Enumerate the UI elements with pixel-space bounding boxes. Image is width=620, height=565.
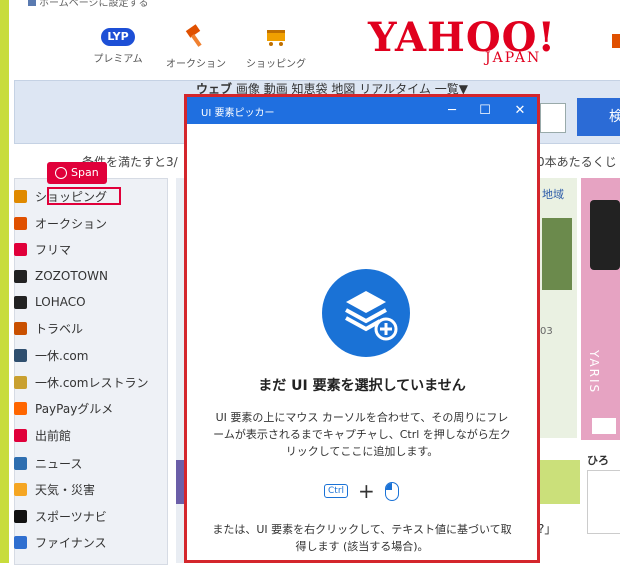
sidebar-item-label: オークション (35, 216, 108, 231)
ad-link-badge[interactable] (592, 418, 616, 434)
yahoo-logo-sub: JAPAN (485, 50, 542, 66)
dialog-titlebar[interactable]: UI 要素ピッカー ─ ☐ ✕ (187, 97, 537, 124)
sidebar-item-label: ニュース (35, 456, 83, 471)
car-ad-image (590, 200, 620, 270)
sidebar-item-label: トラベル (35, 321, 84, 336)
globe-icon (55, 167, 67, 179)
sidebar-item-label: ファイナンス (35, 535, 107, 550)
lyp-badge-icon: LYP (101, 28, 135, 46)
service-premium[interactable]: LYP プレミアム (88, 28, 148, 65)
news-icon (14, 456, 27, 470)
dialog-heading: まだ UI 要素を選択していません (258, 378, 466, 394)
home-icon (28, 0, 36, 6)
right-card[interactable] (587, 470, 620, 534)
region-date: 03 (540, 326, 553, 337)
service-auction[interactable]: オークション (160, 24, 232, 70)
sidebar-item-13[interactable]: ファイナンス (14, 532, 107, 552)
ui-element-picker-dialog: UI 要素ピッカー ─ ☐ ✕ まだ UI 要素を選択していません UI 要素の… (184, 94, 540, 563)
ctrl-key-icon: Ctrl (324, 484, 349, 498)
sidebar-item-5[interactable]: トラベル (14, 318, 83, 338)
layers-add-icon (322, 269, 410, 357)
span-tag: Span (47, 162, 107, 184)
sidebar-item-4[interactable]: LOHACO (14, 292, 86, 312)
sidebar-item-6[interactable]: 一休.com (14, 345, 88, 365)
suitcase-icon (14, 321, 27, 335)
edge-icon (612, 34, 620, 48)
minimize-button[interactable]: ─ (435, 97, 469, 124)
picker-highlight-frame (47, 187, 121, 205)
gavel-icon (14, 216, 27, 230)
lohaco-icon (14, 295, 27, 309)
sidebar-item-label: フリマ (35, 242, 72, 257)
right-quote: ?」 (538, 522, 557, 536)
dialog-instructions: UI 要素の上にマウス カーソルを合わせて、その周りにフレームが表示されるまでキ… (213, 411, 511, 458)
dialog-title: UI 要素ピッカー (201, 108, 275, 119)
homepage-link[interactable]: ホームページに設定する (28, 0, 149, 9)
region-tab[interactable]: 地域 (542, 186, 564, 202)
search-input[interactable] (540, 103, 566, 133)
region-panel (540, 178, 577, 438)
sidebar-item-2[interactable]: フリマ (14, 239, 71, 259)
plus-sign: + (358, 479, 375, 503)
sidebar-item-label: PayPayグルメ (35, 401, 114, 416)
sidebar-item-9[interactable]: 出前館 (14, 425, 71, 445)
sidebar-item-label: 天気・災害 (35, 482, 96, 497)
hiro-heading: ひろ (587, 454, 609, 467)
campaign-notice-right[interactable]: 0本あたるくじ (537, 153, 617, 170)
region-thumbnail[interactable] (542, 218, 572, 290)
sports-icon (14, 509, 27, 523)
cart-icon (267, 30, 285, 46)
demaekan-icon (14, 428, 27, 442)
sidebar-item-3[interactable]: ZOZOTOWN (14, 266, 108, 286)
sidebar-item-12[interactable]: スポーツナビ (14, 506, 107, 526)
maximize-button[interactable]: ☐ (468, 97, 502, 124)
car-ad-text: YARIS (587, 350, 601, 395)
shortcut-hint: Ctrl + (324, 479, 399, 503)
search-button[interactable]: 検 (577, 98, 620, 136)
sidebar-item-label: 一休.comレストラン (35, 375, 149, 390)
zozo-icon (14, 269, 27, 283)
ikyu-restaurant-icon (14, 375, 27, 389)
sidebar-item-8[interactable]: PayPayグルメ (14, 398, 113, 418)
cart-icon (14, 189, 27, 203)
sidebar-item-label: ZOZOTOWN (35, 269, 108, 283)
sidebar-item-10[interactable]: ニュース (14, 453, 82, 473)
weather-icon (14, 482, 27, 496)
tent-icon (14, 242, 27, 256)
service-shopping[interactable]: ショッピング (240, 24, 312, 70)
sidebar-item-11[interactable]: 天気・災害 (14, 479, 95, 499)
green-banner (540, 460, 580, 504)
sidebar-item-7[interactable]: 一休.comレストラン (14, 372, 148, 392)
dialog-footer-note: または、UI 要素を右クリックして、テキスト値に基づいて取得します (該当する場… (212, 523, 512, 553)
close-button[interactable]: ✕ (503, 97, 537, 124)
sidebar-item-label: スポーツナビ (35, 509, 107, 524)
sidebar-item-label: LOHACO (35, 295, 86, 309)
sidebar-item-1[interactable]: オークション (14, 213, 107, 233)
mouse-left-click-icon (384, 481, 399, 501)
finance-icon (14, 535, 27, 549)
gavel-icon (185, 24, 202, 47)
sidebar-item-label: 出前館 (35, 428, 72, 443)
gourmet-icon (14, 401, 27, 415)
ikyu-icon (14, 348, 27, 362)
left-accent-bar (0, 0, 9, 563)
sidebar-item-label: 一休.com (35, 348, 89, 363)
